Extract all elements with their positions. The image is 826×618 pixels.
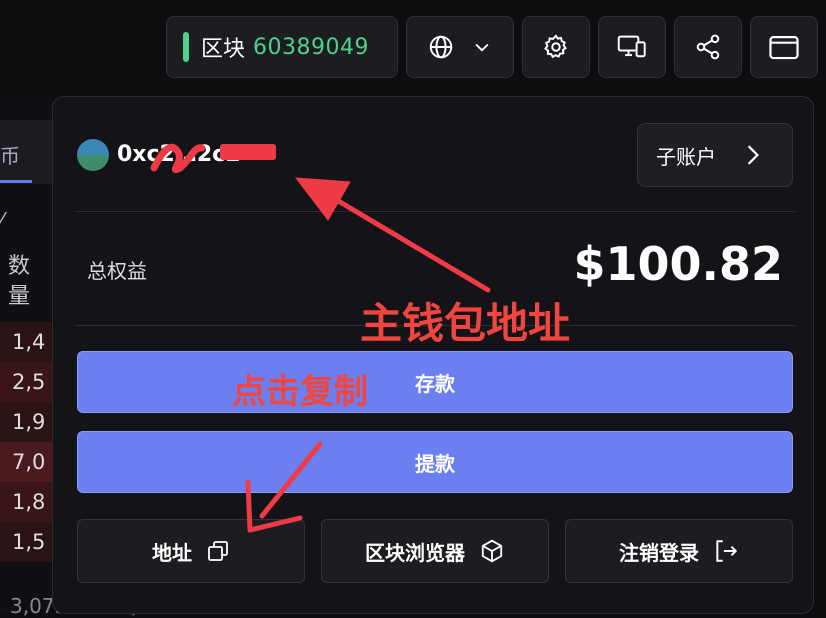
language-selector[interactable]: [406, 16, 514, 78]
share-icon: [694, 33, 722, 61]
table-row: 7,0: [0, 442, 52, 482]
chevron-down-icon: [472, 37, 492, 57]
chevron-icon: ⁄: [0, 208, 4, 232]
share-button[interactable]: [674, 16, 742, 78]
block-label: 区块: [201, 37, 246, 62]
gear-icon: [542, 33, 570, 61]
devices-button[interactable]: [598, 16, 666, 78]
logout-button[interactable]: 注销登录: [565, 519, 793, 583]
equity-value: $100.82: [573, 237, 783, 291]
quantity-header: 数量: [8, 254, 31, 309]
explorer-label: 区块浏览器: [365, 540, 465, 565]
equity-label: 总权益: [87, 259, 147, 283]
withdraw-button[interactable]: 提款: [77, 431, 793, 493]
wallet-icon: [768, 33, 800, 61]
block-number: 60389049: [253, 34, 369, 60]
block-explorer-button[interactable]: 区块浏览器: [321, 519, 549, 583]
logout-icon: [713, 538, 739, 564]
copy-address-button[interactable]: 地址: [77, 519, 305, 583]
table-row: 1,8: [0, 482, 52, 522]
background-tab-underline: [0, 180, 32, 183]
block-height-indicator[interactable]: 区块 60389049: [166, 16, 398, 78]
address-label: 地址: [152, 540, 192, 565]
cube-icon: [479, 538, 505, 564]
deposit-button[interactable]: 存款: [77, 351, 793, 413]
logout-label: 注销登录: [619, 540, 699, 565]
annotation-main-wallet: 主钱包地址: [360, 299, 571, 348]
settings-button[interactable]: [522, 16, 590, 78]
devices-icon: [617, 34, 647, 60]
avatar: [77, 139, 109, 171]
status-dot: [183, 32, 189, 62]
table-row: 2,5: [0, 362, 52, 402]
background-tab-label: 币: [0, 144, 20, 168]
wallet-button[interactable]: [750, 16, 818, 78]
chevron-right-icon: [744, 144, 762, 166]
globe-icon: [428, 34, 454, 60]
copy-icon: [206, 539, 230, 563]
divider: [75, 211, 795, 212]
table-row: 1,4: [0, 322, 52, 362]
orderbook-rows: 1,4 2,5 1,9 7,0 1,8 1,5: [0, 322, 52, 562]
subaccount-button[interactable]: 子账户: [637, 123, 793, 187]
subaccount-label: 子账户: [656, 144, 716, 169]
table-row: 1,9: [0, 402, 52, 442]
annotation-click-copy: 点击复制: [232, 372, 368, 412]
table-row: 1,5: [0, 522, 52, 562]
redaction-scribble: [150, 143, 276, 173]
